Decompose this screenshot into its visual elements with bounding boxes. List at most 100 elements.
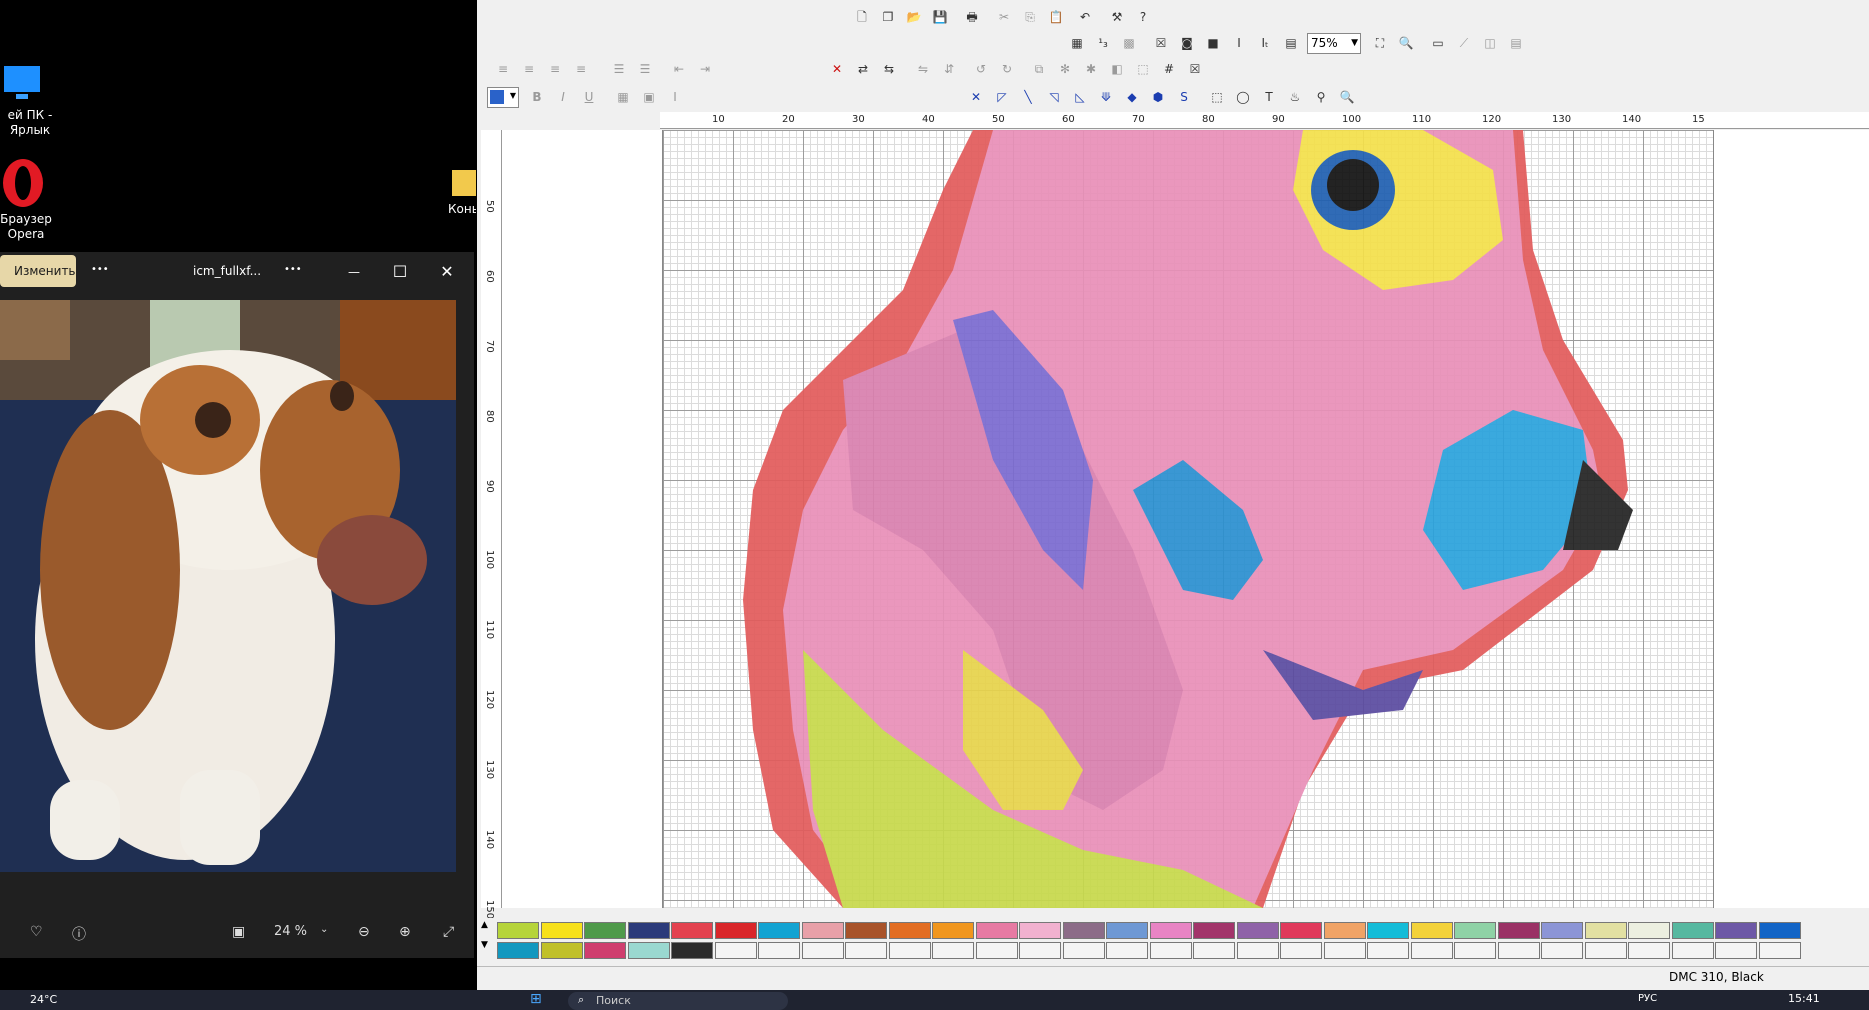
pattern-canvas[interactable]	[502, 130, 1869, 908]
palette-swatch[interactable]	[540, 922, 583, 939]
new-file-icon[interactable]: 🗋	[852, 7, 872, 27]
full-stitch-icon[interactable]: ✕	[966, 87, 986, 107]
palette-swatch[interactable]	[1019, 922, 1061, 939]
numbering-icon[interactable]: ¹₃	[1093, 33, 1113, 53]
fullscreen-icon[interactable]: ⤢	[443, 924, 454, 940]
flip-horizontal-icon[interactable]: ⇋	[913, 59, 933, 79]
palette-swatch[interactable]	[1323, 942, 1366, 959]
palette-swatch[interactable]	[975, 942, 1018, 959]
palette-swatch[interactable]	[1106, 922, 1148, 939]
quarter-stitch-icon[interactable]: ◹	[1044, 87, 1064, 107]
palette-swatch[interactable]	[1106, 942, 1148, 959]
eyedropper-icon[interactable]: ⚲	[1311, 87, 1331, 107]
palette-swatch[interactable]	[714, 942, 757, 959]
palette-swatch[interactable]	[888, 922, 931, 939]
text-tool-icon[interactable]: I	[665, 87, 685, 107]
palette-swatch[interactable]	[1628, 942, 1670, 959]
palette-swatch[interactable]	[1323, 922, 1366, 939]
copy-icon[interactable]: ⎘	[1020, 7, 1040, 27]
palette-swatch[interactable]	[758, 942, 800, 959]
color-picker[interactable]: ▼	[487, 87, 519, 108]
palette-swatch[interactable]	[1628, 922, 1670, 939]
palette-swatch[interactable]	[584, 942, 626, 959]
palette-swatch[interactable]	[1193, 922, 1235, 939]
palette-swatch[interactable]	[1497, 922, 1540, 939]
grid-icon[interactable]: #	[1159, 59, 1179, 79]
palette-swatch[interactable]	[801, 922, 844, 939]
palette-swatch[interactable]	[975, 922, 1018, 939]
taskbar-search[interactable]: ⌕ Поиск	[568, 992, 788, 1010]
zoom-area-icon[interactable]: 🔍	[1396, 33, 1416, 53]
align-left-icon[interactable]: ≡	[493, 59, 513, 79]
paste-icon[interactable]: 📋	[1046, 7, 1066, 27]
mirror-icon[interactable]: ⧉	[1029, 59, 1049, 79]
palette-swatch[interactable]	[1454, 922, 1496, 939]
palette-swatch[interactable]	[1280, 942, 1322, 959]
zoom-level[interactable]: 24 %	[274, 924, 307, 939]
palette-swatch[interactable]	[1584, 942, 1627, 959]
palette-swatch[interactable]	[1062, 942, 1105, 959]
replace-icon[interactable]: ⇆	[879, 59, 899, 79]
open-icon[interactable]: 📂	[904, 7, 924, 27]
palette-swatch[interactable]	[584, 922, 626, 939]
palette-swatch[interactable]	[1541, 942, 1583, 959]
flip-vertical-icon[interactable]: ⇵	[939, 59, 959, 79]
numbering-list-icon[interactable]: ☰	[635, 59, 655, 79]
desktop-icon-opera[interactable]: Браузер Opera	[0, 158, 52, 242]
palette-swatch[interactable]	[1541, 922, 1583, 939]
palette-swatch[interactable]	[1149, 942, 1192, 959]
split-icon[interactable]: ◫	[1480, 33, 1500, 53]
stitch-grid[interactable]	[662, 130, 1714, 908]
palette-swatch[interactable]	[1671, 942, 1714, 959]
zoom-out-icon[interactable]: ⊖	[358, 924, 370, 940]
backstitch-icon[interactable]: ╲	[1018, 87, 1038, 107]
palette-swatch[interactable]	[1019, 942, 1061, 959]
info-icon[interactable]: ⓘ	[72, 924, 86, 944]
preview-icon[interactable]: ▭	[1428, 33, 1448, 53]
palette-swatch[interactable]	[1236, 942, 1279, 959]
edit-button[interactable]: Изменить	[0, 255, 76, 287]
minimize-button[interactable]: —	[334, 258, 374, 286]
palette-icon[interactable]: ▦	[1067, 33, 1087, 53]
palette-scroll-down-icon[interactable]: ▼	[481, 940, 488, 950]
calculator-icon[interactable]: ▤	[1281, 33, 1301, 53]
symbol-view-icon[interactable]: ◙	[1177, 33, 1197, 53]
palette-swatch[interactable]	[845, 922, 887, 939]
new-window-icon[interactable]: ❐	[878, 7, 898, 27]
palette-swatch[interactable]	[932, 922, 974, 939]
desktop-icon-this-pc[interactable]: ей ПК - Ярлык	[0, 64, 52, 138]
delete-icon[interactable]: ✕	[827, 59, 847, 79]
help-icon[interactable]: ?	[1133, 7, 1153, 27]
palette-swatch[interactable]	[1280, 922, 1322, 939]
weather-widget[interactable]: 24°C	[30, 993, 57, 1006]
palette-swatch[interactable]	[888, 942, 931, 959]
select-rect-icon[interactable]: ⬚	[1207, 87, 1227, 107]
justify-icon[interactable]: ≡	[571, 59, 591, 79]
ruler-icon[interactable]: ⟋	[1454, 33, 1474, 53]
frame-icon[interactable]: ⬚	[1133, 59, 1153, 79]
rotate-right-icon[interactable]: ↻	[997, 59, 1017, 79]
three-quarter-icon[interactable]: ⟱	[1096, 87, 1116, 107]
select-lasso-icon[interactable]: ◯	[1233, 87, 1253, 107]
snowflake-icon[interactable]: ✻	[1055, 59, 1075, 79]
palette-swatch[interactable]	[1193, 942, 1235, 959]
text-insert-icon[interactable]: T	[1259, 87, 1279, 107]
tools-icon[interactable]: ⚒	[1107, 7, 1127, 27]
bead-icon[interactable]: ⬢	[1148, 87, 1168, 107]
half-stitch-icon[interactable]: ◸	[992, 87, 1012, 107]
palette-swatch[interactable]	[845, 942, 887, 959]
palette-swatch[interactable]	[627, 942, 670, 959]
fit-page-icon[interactable]: ⛶	[1370, 33, 1390, 53]
zoom-select[interactable]: 75% ▼	[1307, 33, 1361, 54]
bullets-icon[interactable]: ☰	[609, 59, 629, 79]
text-cursor-icon[interactable]: I	[1229, 33, 1249, 53]
palette-swatch[interactable]	[932, 942, 974, 959]
palette-swatch[interactable]	[1715, 922, 1757, 939]
outdent-icon[interactable]: ⇤	[669, 59, 689, 79]
maximize-button[interactable]: ☐	[380, 258, 420, 286]
symmetry-icon[interactable]: ✱	[1081, 59, 1101, 79]
stitch-view-icon[interactable]: ☒	[1151, 33, 1171, 53]
magnifier-icon[interactable]: 🔍	[1337, 87, 1357, 107]
palette-swatch[interactable]	[627, 922, 670, 939]
palette-swatch[interactable]	[1758, 942, 1801, 959]
